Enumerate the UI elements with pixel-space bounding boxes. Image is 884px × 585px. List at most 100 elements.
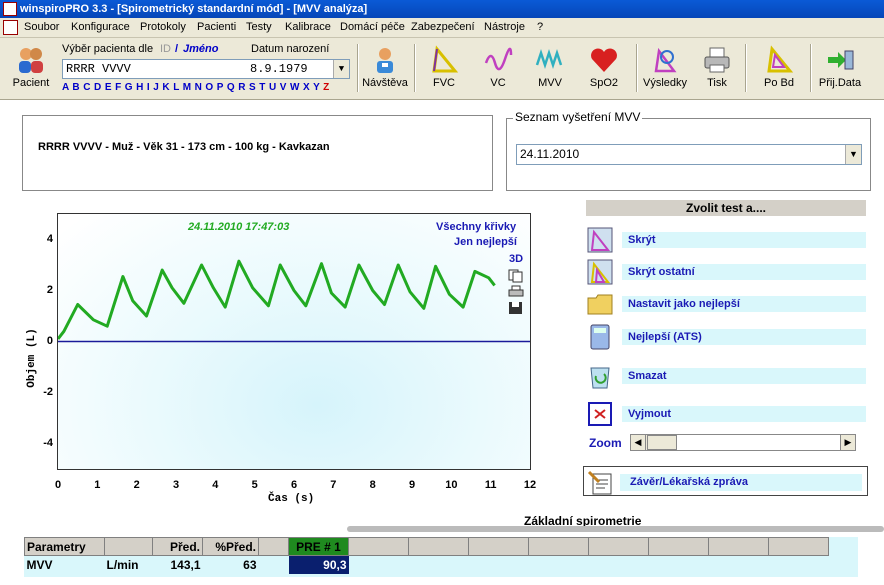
menu-zabezpeceni[interactable]: Zabezpečení bbox=[411, 21, 475, 33]
patient-info-box bbox=[22, 115, 493, 191]
table-row[interactable]: MVV L/min 143,1 63 90,3 bbox=[24, 555, 829, 574]
zoom-track[interactable] bbox=[661, 435, 841, 450]
test-timestamp: 24.11.2010 17:47:03 bbox=[188, 221, 290, 233]
hide-icon bbox=[587, 227, 613, 253]
scroll-right-icon[interactable]: ▶ bbox=[840, 435, 855, 450]
patient-select[interactable]: RRRR VVVV 8.9.1979 ▼ bbox=[62, 59, 350, 79]
alphabet-filter[interactable]: A B C D E F G H I J K L M N O P Q R S T … bbox=[62, 82, 330, 93]
menu-help[interactable]: ? bbox=[537, 21, 543, 33]
y-axis-label: Objem (L) bbox=[26, 328, 38, 388]
table-header-row: Parametry Před. %Před. PRE # 1 bbox=[24, 537, 829, 556]
receive-data-button[interactable]: Přij.Data bbox=[815, 40, 865, 96]
cut-icon bbox=[588, 402, 612, 426]
col-pct-pred: %Před. bbox=[202, 537, 259, 556]
report-button[interactable]: Závěr/Lékařská zpráva bbox=[583, 466, 868, 496]
save-icon[interactable] bbox=[508, 301, 524, 315]
patient-button[interactable]: Pacient bbox=[8, 40, 54, 96]
zoom-thumb[interactable] bbox=[647, 435, 677, 450]
results-button[interactable]: Výsledky bbox=[640, 40, 690, 96]
hide-button[interactable]: Skrýt bbox=[586, 226, 866, 254]
col-empty bbox=[648, 537, 709, 556]
receive-data-icon bbox=[828, 50, 854, 70]
menu-domaci-pece[interactable]: Domácí péče bbox=[340, 21, 405, 33]
x-tick-label: 2 bbox=[133, 479, 140, 491]
x-tick-label: 9 bbox=[408, 479, 416, 491]
fvc-icon bbox=[432, 45, 459, 73]
x-axis-label: Čas (s) bbox=[268, 493, 315, 505]
cell-pred: 143,1 bbox=[152, 555, 203, 574]
cell-empty bbox=[348, 555, 829, 574]
pobd-button[interactable]: Po Bd bbox=[757, 40, 801, 96]
fvc-button[interactable]: FVC bbox=[424, 40, 464, 96]
doctor-icon bbox=[377, 48, 393, 73]
x-tick-label: 11 bbox=[484, 479, 497, 491]
cell-param: MVV bbox=[24, 555, 105, 574]
menu-kalibrace[interactable]: Kalibrace bbox=[285, 21, 331, 33]
copy-icon[interactable] bbox=[508, 269, 524, 283]
title-bar: winspiroPRO 3.3 - [Spirometrický standar… bbox=[0, 0, 884, 18]
3d-toggle[interactable]: 3D bbox=[509, 253, 523, 265]
report-icon bbox=[587, 470, 612, 495]
col-empty bbox=[348, 537, 409, 556]
cut-button[interactable]: Vyjmout bbox=[586, 400, 866, 428]
exam-date-select[interactable]: 24.11.2010 ▼ bbox=[516, 144, 862, 165]
patient-select-name: RRRR VVVV bbox=[66, 62, 131, 76]
menu-soubor[interactable]: Soubor bbox=[24, 21, 59, 33]
hide-others-icon bbox=[587, 259, 613, 285]
col-empty bbox=[768, 537, 829, 556]
col-pre1[interactable]: PRE # 1 bbox=[288, 537, 349, 556]
heart-icon bbox=[591, 48, 617, 72]
vc-button[interactable]: VC bbox=[478, 40, 518, 96]
id-option[interactable]: ID bbox=[160, 43, 171, 55]
alphabet-letters[interactable]: A B C D E F G H I J K L M N O P Q R S T … bbox=[62, 82, 320, 93]
select-by-label: Výběr pacienta dle bbox=[62, 43, 154, 55]
scroll-left-icon[interactable]: ◀ bbox=[631, 435, 646, 450]
name-option[interactable]: Jméno bbox=[183, 43, 218, 55]
col-parametry: Parametry bbox=[24, 537, 105, 556]
mvv-icon bbox=[535, 49, 563, 69]
delete-button[interactable]: Smazat bbox=[586, 362, 866, 390]
col-empty bbox=[468, 537, 529, 556]
print-chart-icon[interactable] bbox=[508, 285, 524, 299]
toolbar-separator bbox=[810, 44, 812, 92]
hide-others-button[interactable]: Skrýt ostatní bbox=[586, 258, 866, 286]
exam-list-legend: Seznam vyšetření MVV bbox=[513, 110, 643, 124]
chevron-down-icon[interactable]: ▼ bbox=[845, 145, 861, 164]
recycle-bin-icon bbox=[590, 367, 610, 389]
best-ats-button[interactable]: Nejlepší (ATS) bbox=[586, 323, 866, 351]
calculator-icon bbox=[590, 324, 610, 350]
print-button[interactable]: Tisk bbox=[697, 40, 737, 96]
set-as-best-button[interactable]: Nastavit jako nejlepší bbox=[586, 290, 866, 318]
app-icon bbox=[3, 2, 17, 16]
zoom-scrollbar[interactable]: ◀ ▶ bbox=[630, 434, 856, 451]
mvv-button[interactable]: MVV bbox=[530, 40, 570, 96]
patient-select-dob: 8.9.1979 bbox=[250, 62, 308, 76]
exam-date-value: 24.11.2010 bbox=[520, 147, 580, 161]
y-tick-label: 2 bbox=[46, 283, 53, 296]
menu-bar: Soubor Konfigurace Protokoly Pacienti Te… bbox=[0, 18, 884, 38]
patients-icon bbox=[19, 48, 43, 73]
visit-button[interactable]: Návštěva bbox=[360, 40, 410, 96]
menu-protokoly[interactable]: Protokoly bbox=[140, 21, 186, 33]
chevron-down-icon[interactable]: ▼ bbox=[333, 60, 349, 78]
best-only-toggle[interactable]: Jen nejlepší bbox=[454, 236, 517, 248]
volume-time-curve-svg bbox=[58, 259, 530, 343]
x-tick-label: 5 bbox=[251, 479, 258, 491]
cell-pre1[interactable]: 90,3 bbox=[288, 555, 349, 574]
cell-unit: L/min bbox=[104, 555, 153, 574]
spo2-button[interactable]: SpO2 bbox=[584, 40, 624, 96]
cell-pct: 63 bbox=[202, 555, 259, 574]
alphabet-last-letter[interactable]: Z bbox=[323, 82, 330, 93]
mvv-curve bbox=[58, 259, 496, 340]
col-empty bbox=[528, 537, 589, 556]
all-curves-toggle[interactable]: Všechny křivky bbox=[436, 221, 516, 233]
menu-konfigurace[interactable]: Konfigurace bbox=[71, 21, 130, 33]
app-menu-icon[interactable] bbox=[3, 20, 18, 35]
folder-icon bbox=[587, 294, 613, 315]
col-empty bbox=[258, 537, 289, 556]
cell-empty bbox=[258, 555, 289, 574]
menu-pacienti[interactable]: Pacienti bbox=[197, 21, 236, 33]
col-empty bbox=[588, 537, 649, 556]
menu-nastroje[interactable]: Nástroje bbox=[484, 21, 525, 33]
menu-testy[interactable]: Testy bbox=[246, 21, 272, 33]
